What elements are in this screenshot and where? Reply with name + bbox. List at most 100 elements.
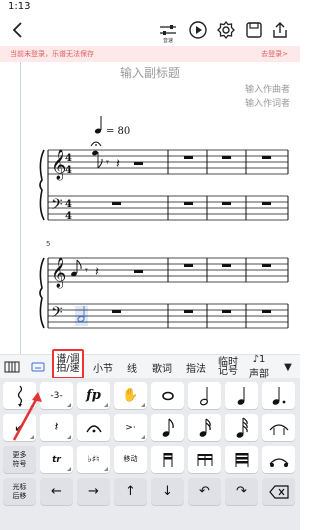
input-toolbar: 谱/调 拍/速 小节 线 歌词 指法 临时 记号 ♪1 声部 ▼ <box>0 349 300 380</box>
arrow-right-icon: → <box>88 484 99 499</box>
half-note-icon <box>199 386 208 405</box>
rest-icon: 𝄽 <box>54 420 59 435</box>
key-quarter-note[interactable] <box>225 382 258 409</box>
save-icon <box>246 22 262 38</box>
key-down[interactable]: ↓ <box>151 478 184 505</box>
key-right[interactable]: → <box>77 478 110 505</box>
arrow-left-icon: ← <box>51 484 62 499</box>
key-32nd-note[interactable] <box>225 414 258 441</box>
key-rest[interactable]: 𝄽 <box>40 414 73 441</box>
login-link[interactable]: 去登录> <box>261 46 288 62</box>
svg-text:𝄾: 𝄾 <box>106 156 109 169</box>
key-beam[interactable] <box>151 446 184 473</box>
tempo-mark: = 80 <box>94 116 130 137</box>
key-hand[interactable]: ✋ <box>114 382 147 409</box>
svg-text:𝄾: 𝄾 <box>85 264 88 277</box>
key-up[interactable]: ↑ <box>114 478 147 505</box>
key-fermata[interactable] <box>77 414 110 441</box>
eighth-note-icon <box>162 417 174 437</box>
svg-text:𝄢: 𝄢 <box>51 304 63 325</box>
tab-voice[interactable]: ♪1 声部 <box>248 354 270 380</box>
key-dynamics[interactable]: fp <box>77 382 110 409</box>
settings-button[interactable] <box>214 18 238 42</box>
login-message: 当前未登录，乐谱无法保存 <box>10 50 94 58</box>
tab-clef-tempo[interactable]: 谱/调 拍/速 <box>52 349 84 379</box>
trill-icon: tr <box>52 454 61 465</box>
whole-rest-m2 <box>184 156 193 159</box>
move-label: 移动 <box>123 455 138 463</box>
cursor-back-line2: 后移 <box>12 491 27 500</box>
key-dot[interactable] <box>262 382 295 409</box>
system-1-brace <box>39 149 45 221</box>
speed-icon <box>160 25 176 35</box>
key-trill[interactable]: tr <box>40 446 73 473</box>
key-accent[interactable]: >· <box>114 414 147 441</box>
key-left[interactable]: ← <box>40 478 73 505</box>
key-whole-note[interactable] <box>151 382 184 409</box>
tab-measure[interactable]: 小节 <box>88 355 118 379</box>
key-redo[interactable]: ↷ <box>225 478 258 505</box>
key-beam-group[interactable] <box>225 446 258 473</box>
piano-keyboard-button[interactable] <box>2 355 22 379</box>
half-rest-1 <box>134 162 143 165</box>
note-1 <box>92 150 98 156</box>
export-button[interactable] <box>268 18 292 42</box>
timesig-top-1: 4 <box>65 153 72 164</box>
login-banner: 当前未登录，乐谱无法保存 去登录> <box>0 46 300 62</box>
accidentals-icon: ♭♯♮ <box>87 454 100 465</box>
beam-group-icon <box>235 452 248 467</box>
tab-accidentals[interactable]: 临时 记号 <box>214 355 242 379</box>
key-more-symbols[interactable]: 更多 符号 <box>3 446 36 473</box>
status-bar: 1:13 <box>0 0 300 14</box>
whole-rest-m3 <box>222 156 231 159</box>
timesig-bottom-1: 4 <box>65 165 72 176</box>
settings-icon <box>217 20 235 40</box>
undo-icon: ↶ <box>199 484 210 499</box>
tie-icon <box>269 423 288 435</box>
key-move[interactable]: 移动 <box>114 446 147 473</box>
more-symbols-line1: 更多 <box>12 450 27 459</box>
back-icon <box>12 22 22 38</box>
staff-system: = 80 𝄞 𝄢 4 4 4 4 𝄾 𝄽 𝄞 𝄢 𝄾 𝄽 <box>39 116 289 329</box>
key-accidentals[interactable]: ♭♯♮ <box>77 446 110 473</box>
app-bar: 音速 <box>0 14 300 46</box>
accent-icon: >· <box>125 422 136 433</box>
key-glissando[interactable] <box>262 446 295 473</box>
measure-number: 5 <box>46 240 51 248</box>
keypad-button[interactable] <box>28 355 48 379</box>
key-arpeggio[interactable] <box>3 382 36 409</box>
key-tuplet[interactable]: -3- <box>40 382 73 409</box>
tempo-text: = 80 <box>106 126 130 137</box>
key-eighth-note[interactable] <box>151 414 184 441</box>
play-icon <box>189 21 207 39</box>
timesig-top-1b: 4 <box>65 199 72 210</box>
tab-line[interactable]: 线 <box>122 355 142 379</box>
key-undo[interactable]: ↶ <box>188 478 221 505</box>
quarter-note-icon <box>237 386 244 405</box>
toolbar-expand-button[interactable]: ▼ <box>280 355 296 379</box>
tab-lyrics[interactable]: 歌词 <box>148 355 176 379</box>
key-multirest[interactable] <box>188 446 221 473</box>
back-button[interactable] <box>6 18 30 42</box>
save-button[interactable] <box>242 18 266 42</box>
play-button[interactable] <box>186 18 210 42</box>
tab-fingering[interactable]: 指法 <box>182 355 210 379</box>
dotted-note-icon <box>272 386 285 405</box>
timesig-bottom-1b: 4 <box>65 211 72 222</box>
key-cursor-back[interactable]: 光标 后移 <box>3 478 36 505</box>
more-symbols-label: 更多 符号 <box>13 451 27 469</box>
glissando-icon <box>269 457 288 467</box>
voice-note-icon: ♪1 <box>252 354 266 365</box>
key-half-note[interactable] <box>188 382 221 409</box>
key-slur-arrow[interactable]: ↙ <box>3 414 36 441</box>
key-tie[interactable] <box>262 414 295 441</box>
key-delete[interactable] <box>262 478 295 505</box>
svg-text:𝄽: 𝄽 <box>95 265 99 280</box>
multirest-icon <box>197 453 212 466</box>
key-sixteenth-note[interactable] <box>188 414 221 441</box>
svg-text:𝄞: 𝄞 <box>51 257 66 289</box>
score-canvas[interactable]: 输入副标题 输入作曲者 输入作词者 = 80 𝄞 𝄢 4 4 4 4 𝄾 𝄽 𝄞… <box>0 62 300 354</box>
system-2-brace <box>39 257 45 329</box>
sixteenth-note-icon <box>199 417 211 437</box>
tuplet-icon: -3- <box>50 390 63 401</box>
